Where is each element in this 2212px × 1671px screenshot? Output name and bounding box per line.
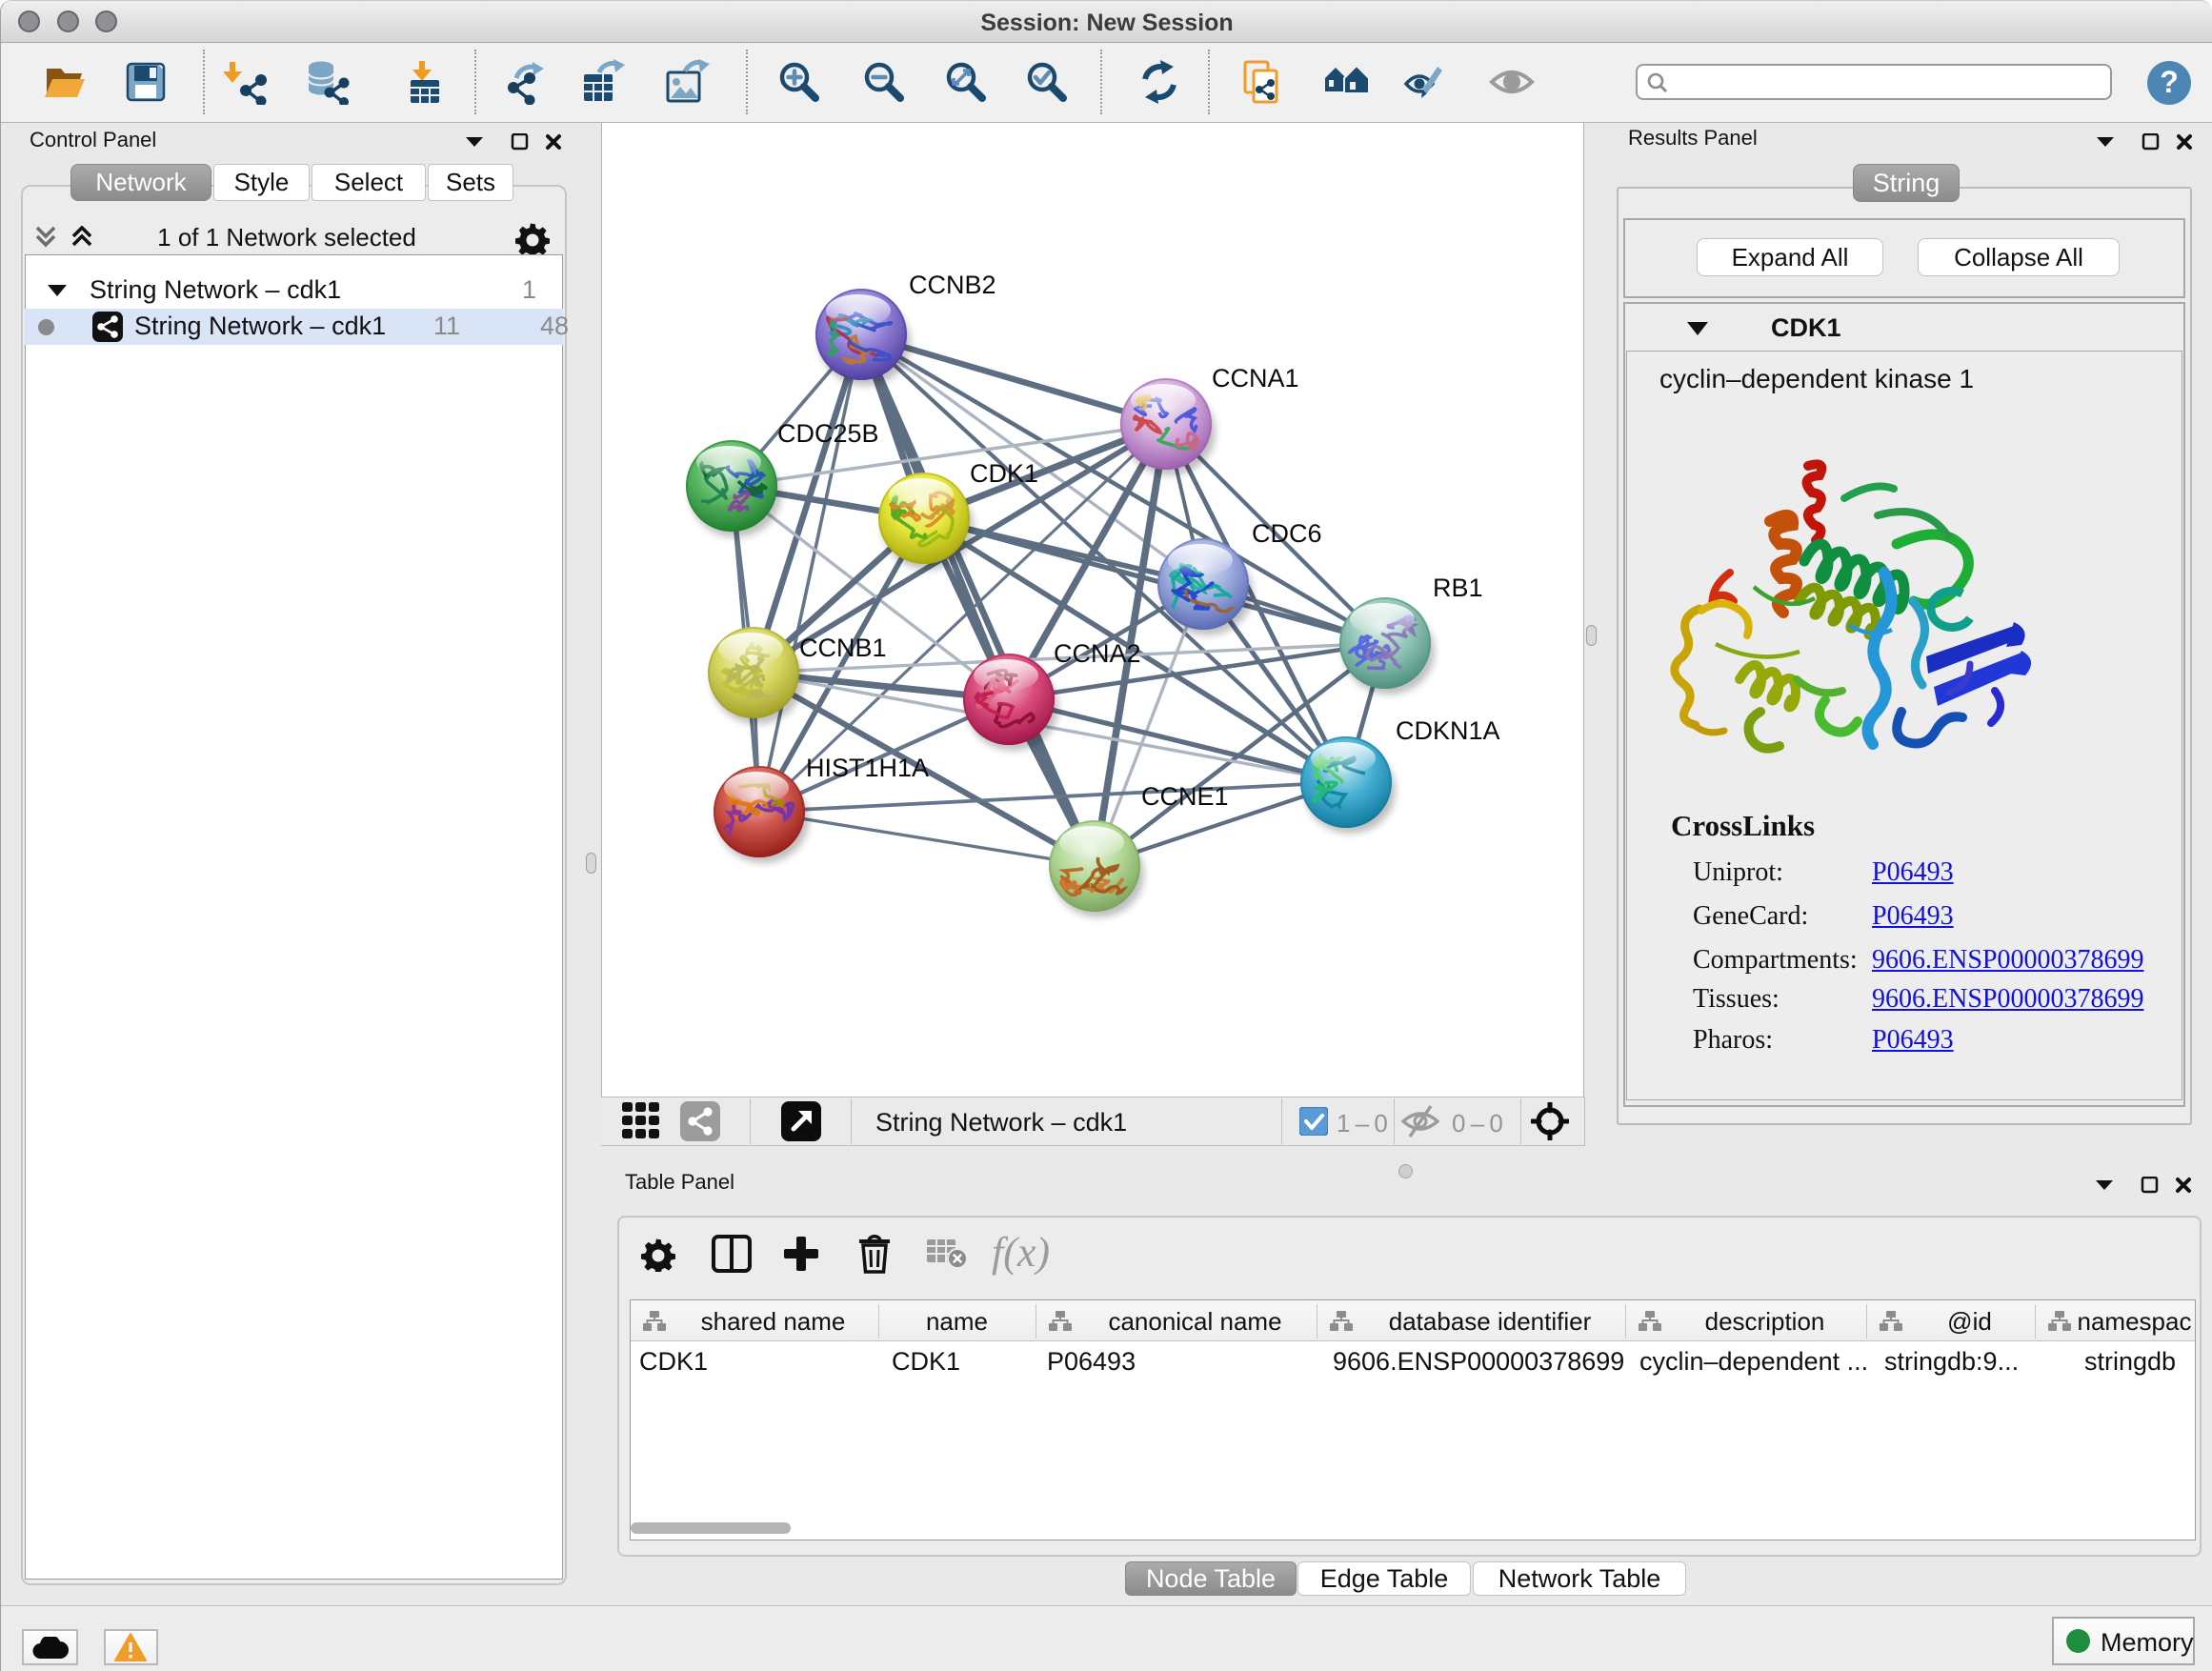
svg-text:CCNB2: CCNB2 [909, 271, 996, 299]
svg-text:HIST1H1A: HIST1H1A [806, 754, 929, 782]
svg-text:CDC6: CDC6 [1252, 519, 1322, 548]
svg-text:RB1: RB1 [1433, 574, 1483, 602]
svg-text:?: ? [2160, 65, 2179, 99]
svg-text:CCNA2: CCNA2 [1054, 639, 1141, 668]
svg-text:CDKN1A: CDKN1A [1396, 716, 1500, 745]
svg-text:CCNB1: CCNB1 [799, 634, 887, 662]
svg-text:CCNE1: CCNE1 [1141, 782, 1229, 811]
svg-text:CDC25B: CDC25B [777, 419, 879, 448]
svg-text:CDK1: CDK1 [970, 459, 1038, 488]
svg-text:CCNA1: CCNA1 [1212, 364, 1299, 393]
